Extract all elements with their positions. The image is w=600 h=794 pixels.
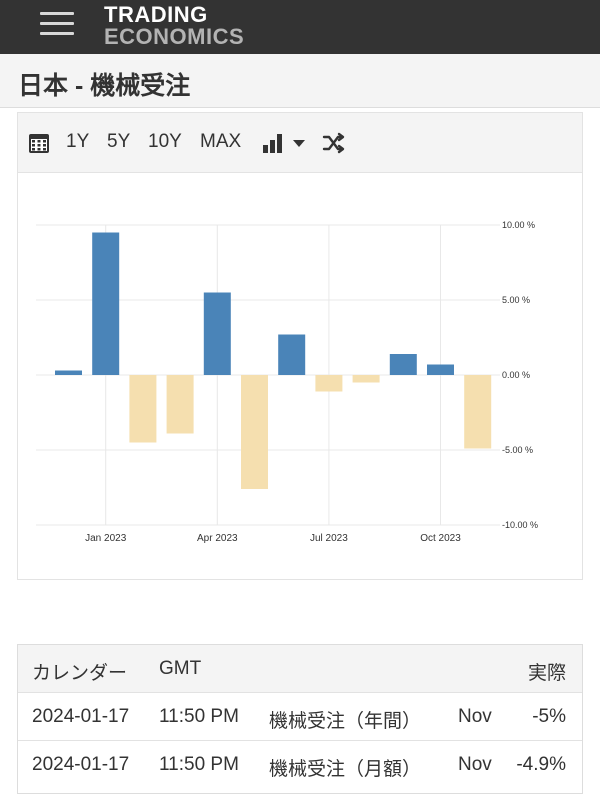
y-tick-label: -5.00 % (502, 445, 533, 455)
menu-line (40, 32, 74, 35)
page-title: 日本 - 機械受注 (18, 72, 191, 100)
site-logo[interactable]: TRADING ECONOMICS (104, 4, 244, 48)
bar-positive (278, 334, 306, 375)
bar-positive (92, 232, 120, 375)
row-reference: Nov (458, 706, 492, 727)
row-reference: Nov (458, 754, 492, 775)
range-1y-button[interactable]: 1Y (66, 131, 89, 153)
header-calendar: カレンダー (32, 663, 128, 684)
y-tick-label: 0.00 % (502, 370, 530, 380)
menu-line (40, 12, 74, 15)
calendar-icon[interactable] (28, 132, 50, 154)
calendar-table: カレンダー GMT 実際 2024-01-17 11:50 PM 機械受注（年間… (17, 644, 583, 794)
x-tick-label: Jul 2023 (310, 533, 348, 544)
bar-negative (129, 375, 157, 443)
shuffle-icon[interactable] (322, 132, 346, 154)
chart-card: 1Y 5Y 10Y MAX 10.00 % 5.00 % 0.00 % -5.00 %… (17, 112, 583, 580)
header-gmt: GMT (159, 658, 202, 679)
row-event-link[interactable]: 機械受注（月額） (269, 754, 421, 781)
bar-positive (427, 364, 454, 375)
logo-line-1: TRADING (104, 2, 208, 27)
x-tick-label: Jan 2023 (85, 533, 127, 544)
bar-chart: 10.00 % 5.00 % 0.00 % -5.00 % -10.00 % Jan 20… (36, 220, 538, 544)
y-tick-label: 5.00 % (502, 295, 530, 305)
range-10y-button[interactable]: 10Y (148, 131, 182, 153)
table-row[interactable]: 2024-01-17 11:50 PM 機械受注（年間） Nov -5% (18, 693, 582, 741)
bar-negative (315, 375, 343, 392)
header-actual: 実際 (527, 663, 566, 684)
bar-chart-icon[interactable] (262, 133, 284, 153)
bar-positive (203, 292, 231, 375)
row-actual: -5% (532, 706, 566, 727)
bar-positive (55, 370, 82, 375)
table-row[interactable]: 2024-01-17 11:50 PM 機械受注（月額） Nov -4.9% (18, 741, 582, 789)
row-time: 11:50 PM (159, 706, 239, 727)
bar-negative (166, 375, 194, 434)
top-navigation-bar: TRADING ECONOMICS (0, 0, 600, 54)
x-tick-label: Apr 2023 (197, 533, 238, 544)
title-bar: 日本 - 機械受注 (0, 54, 600, 108)
y-tick-label: -10.00 % (502, 520, 538, 530)
row-time: 11:50 PM (159, 754, 239, 775)
row-event-link[interactable]: 機械受注（年間） (269, 706, 421, 733)
bar-negative (241, 375, 268, 489)
hamburger-menu-icon[interactable] (40, 9, 76, 37)
logo-line-2: ECONOMICS (104, 24, 245, 49)
bar-negative (352, 375, 380, 383)
caret-down-icon[interactable] (292, 139, 306, 148)
table-header-row: カレンダー GMT 実際 (18, 645, 582, 693)
bar-negative (464, 375, 492, 449)
chart-toolbar: 1Y 5Y 10Y MAX (18, 113, 582, 173)
row-date: 2024-01-17 (32, 706, 130, 727)
row-actual: -4.9% (516, 754, 566, 775)
bar-positive (389, 354, 417, 375)
x-tick-label: Oct 2023 (420, 533, 461, 544)
y-tick-label: 10.00 % (502, 220, 535, 230)
range-max-button[interactable]: MAX (200, 131, 241, 153)
range-5y-button[interactable]: 5Y (107, 131, 130, 153)
row-date: 2024-01-17 (32, 754, 130, 775)
menu-line (40, 22, 74, 25)
